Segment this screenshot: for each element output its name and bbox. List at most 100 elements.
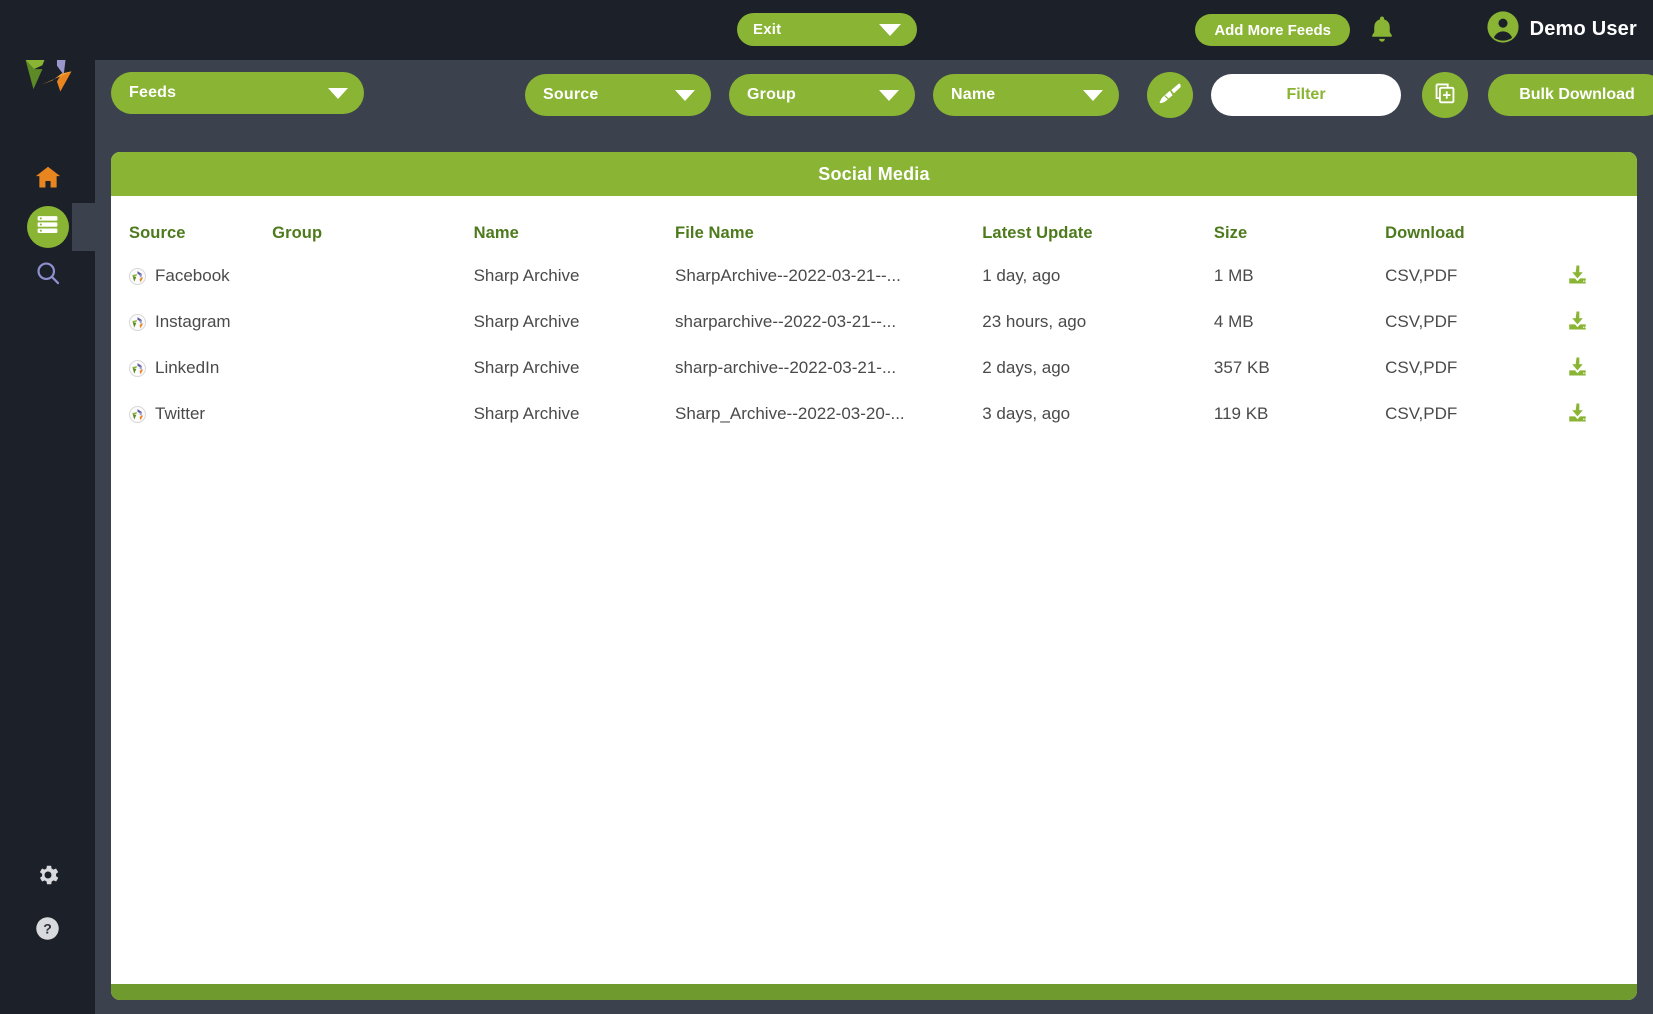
table-row[interactable]: LinkedInSharp Archivesharp-archive--2022… (111, 345, 1637, 391)
exit-dropdown[interactable]: Exit (737, 13, 917, 46)
sidebar-item-search[interactable] (0, 251, 95, 299)
sidebar-item-home[interactable] (0, 155, 95, 203)
cell-size: 4 MB (1214, 299, 1385, 345)
source-dropdown-label: Source (543, 86, 598, 104)
cell-size: 357 KB (1214, 345, 1385, 391)
search-icon (34, 259, 62, 292)
feeds-dropdown-label: Feeds (129, 84, 176, 102)
source-label: Instagram (155, 312, 231, 332)
clear-filters-button[interactable] (1147, 72, 1193, 118)
sidebar: ? (0, 0, 95, 1014)
cell-group (272, 253, 473, 299)
cell-source: Facebook (111, 253, 272, 299)
database-list-icon (35, 212, 60, 242)
exit-label: Exit (753, 21, 781, 38)
table-row[interactable]: Facebook Sharp ArchiveSharpArchive--2022-… (111, 253, 1637, 299)
column-header-download[interactable]: Download (1385, 196, 1566, 253)
feeds-table-body: Facebook Sharp ArchiveSharpArchive--2022-… (111, 253, 1637, 437)
sidebar-bottom-nav: ? (0, 850, 95, 958)
chevron-down-icon (328, 88, 348, 99)
column-header-size[interactable]: Size (1214, 196, 1385, 253)
feeds-card: Social Media Source Group Name File Name… (111, 152, 1637, 1000)
download-button[interactable] (1566, 309, 1589, 335)
account-circle-icon (1486, 10, 1520, 49)
table-row[interactable]: InstagramSharp Archivesharparchive--2022… (111, 299, 1637, 345)
column-header-name[interactable]: Name (474, 196, 675, 253)
add-document-icon (1432, 81, 1458, 110)
gear-icon (35, 862, 61, 893)
chevron-down-icon (879, 24, 901, 36)
card-header: Social Media (111, 152, 1637, 196)
column-header-file-name[interactable]: File Name (675, 196, 982, 253)
cell-source: Twitter (111, 391, 272, 437)
source-label: Twitter (155, 404, 205, 424)
cell-latest-update: 3 days, ago (982, 391, 1214, 437)
download-button[interactable] (1566, 263, 1589, 289)
column-header-group[interactable]: Group (272, 196, 473, 253)
source-label: Facebook (155, 266, 230, 286)
cell-group (272, 345, 473, 391)
cell-download-action (1566, 253, 1637, 299)
cell-group (272, 299, 473, 345)
sidebar-item-feeds-list[interactable] (0, 203, 95, 251)
filter-toolbar: Feeds Source Group Name Filter (95, 60, 1653, 130)
feed-source-icon (129, 406, 146, 423)
download-button[interactable] (1566, 401, 1589, 427)
cell-file-name: SharpArchive--2022-03-21--... (675, 253, 982, 299)
clear-broom-icon (1157, 80, 1184, 110)
column-header-latest-update[interactable]: Latest Update (982, 196, 1214, 253)
svg-text:?: ? (43, 921, 52, 937)
column-header-source[interactable]: Source (111, 196, 272, 253)
sidebar-item-help[interactable]: ? (0, 904, 95, 958)
download-button[interactable] (1566, 355, 1589, 381)
content-panel: Feeds Source Group Name Filter (95, 60, 1653, 1014)
group-dropdown-label: Group (747, 86, 796, 104)
download-icon (1566, 263, 1589, 289)
download-icon (1566, 355, 1589, 381)
cell-name: Sharp Archive (474, 299, 675, 345)
cell-latest-update: 23 hours, ago (982, 299, 1214, 345)
download-icon (1566, 401, 1589, 427)
download-icon (1566, 309, 1589, 335)
feeds-dropdown[interactable]: Feeds (111, 72, 364, 114)
cell-latest-update: 1 day, ago (982, 253, 1214, 299)
cell-name: Sharp Archive (474, 345, 675, 391)
home-icon (34, 163, 62, 196)
cell-source: LinkedIn (111, 345, 272, 391)
feed-source-icon (129, 314, 146, 331)
card-title: Social Media (818, 164, 929, 185)
user-menu[interactable]: Demo User (1486, 10, 1637, 49)
cell-download-formats: CSV,PDF (1385, 253, 1566, 299)
cell-download-formats: CSV,PDF (1385, 345, 1566, 391)
cell-name: Sharp Archive (474, 253, 675, 299)
active-notch (72, 203, 95, 251)
notification-bell-button[interactable] (1367, 13, 1397, 47)
chevron-down-icon (675, 90, 695, 101)
question-mark-circle-icon: ? (34, 915, 61, 947)
cell-size: 119 KB (1214, 391, 1385, 437)
add-document-button[interactable] (1422, 72, 1468, 118)
source-dropdown[interactable]: Source (525, 74, 711, 116)
chevron-down-icon (879, 90, 899, 101)
filter-button[interactable]: Filter (1211, 74, 1401, 116)
cell-download-action (1566, 299, 1637, 345)
add-more-feeds-button[interactable]: Add More Feeds (1195, 14, 1350, 46)
cell-download-formats: CSV,PDF (1385, 299, 1566, 345)
name-dropdown[interactable]: Name (933, 74, 1119, 116)
group-dropdown[interactable]: Group (729, 74, 915, 116)
cell-file-name: Sharp_Archive--2022-03-20-... (675, 391, 982, 437)
cell-source: Instagram (111, 299, 272, 345)
cell-download-action (1566, 345, 1637, 391)
cell-group (272, 391, 473, 437)
cell-download-action (1566, 391, 1637, 437)
sidebar-item-settings[interactable] (0, 850, 95, 904)
column-header-actions (1566, 196, 1637, 253)
table-row[interactable]: TwitterSharp ArchiveSharp_Archive--2022-… (111, 391, 1637, 437)
card-body: Source Group Name File Name Latest Updat… (111, 196, 1637, 984)
name-dropdown-label: Name (951, 86, 995, 104)
card-footer (111, 984, 1637, 1000)
table-header-row: Source Group Name File Name Latest Updat… (111, 196, 1637, 253)
bulk-download-button[interactable]: Bulk Download (1488, 74, 1653, 116)
topbar: Exit Add More Feeds Demo User (0, 0, 1653, 60)
feed-source-icon (129, 268, 146, 285)
